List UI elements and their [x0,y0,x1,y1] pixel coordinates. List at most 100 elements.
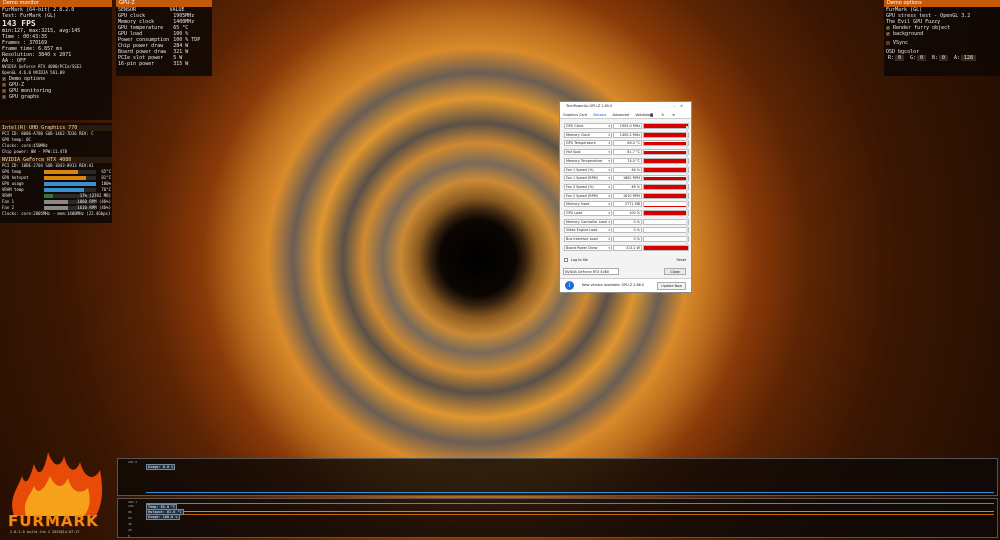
bar-label: VRAM [2,193,12,198]
gpuz-sensor-name[interactable]: Memory Temperature [564,157,612,164]
checkbox-icon: ✓ [886,25,890,30]
gpu1-usage-tag: Usage: 100.0 % [146,514,180,520]
gpuz-sensor-value: 46 % [613,183,642,190]
gpuz-sensor-row: Fan 2 Speed (RPM)1610 RPM [564,192,689,200]
reset-button[interactable]: Reset [677,258,686,262]
bar-fill [44,206,68,210]
option-gpu-graphs[interactable]: ✓ GPU graphs [0,94,112,100]
check-vsync[interactable]: VSync [884,40,1000,46]
graph-label: GPU 0 [128,460,138,464]
osd-value: 0 [939,55,949,61]
gpuz-titlebar[interactable]: TechPowerUp GPU-Z 2.65.0 –✕ [560,102,691,111]
gpuz-sensor-graph [643,236,689,243]
gpuz-sensor-name[interactable]: Fan 1 Speed (RPM) [564,175,612,182]
option-label: GPU graphs [9,94,40,100]
check-label: VSync [893,40,909,46]
bar-fill [44,188,84,192]
osd-field[interactable]: G: 0 [910,55,930,61]
gpu2-bars: GPU temp 65°C GPU hotspot 81°C GPU usage 100%… [0,169,112,211]
gpuz-sensor-name[interactable]: Hot Spot [564,149,612,156]
gpuz-sensor-row: Board Power Draw313.2 W [564,244,689,252]
checkbox-icon [886,40,890,45]
gpuz-graph-fill [644,245,688,250]
build-info: 2.8.2.0 build Jun 2 2025@14:07:17 [10,530,80,534]
gpuz-sensor-row: GPU Load100 % [564,210,689,217]
fps-counter: 143 FPS [2,19,36,28]
log-checkbox[interactable] [564,258,568,262]
gpuz-sensor-value: 66.0 °C [613,140,642,147]
gpuz-sensor-value: 0 % [613,218,642,225]
gpuz-scrollbar[interactable] [686,126,688,246]
osd-key: G: [910,55,917,61]
close-button[interactable]: Close [664,268,686,275]
gpuz-sensor-name[interactable]: Video Engine Load [564,227,612,234]
gpuz-sensor-list: GPU Clock1905.0 MHzMemory Clock1400.2 MH… [560,123,691,258]
gpuz-sensor-name[interactable]: Fan 1 Speed (%) [564,166,612,173]
gpuz-rows: GPU clock 1905MHz Memory clock 1400MHz GPU t… [116,13,212,67]
update-now-button[interactable]: Update Now [657,282,686,290]
gpu-select[interactable]: NVIDIA GeForce RTX 4080 [563,268,619,275]
camera-icon[interactable]: ◙ [650,113,656,117]
osd-key: B: [932,55,939,61]
gpuz-sensor-value: 46 % [613,166,642,173]
gpuz-graph-fill [644,167,688,172]
demo-monitor-panel: Demo monitor FurMark (64-bit) 2.8.2.0 Te… [0,0,112,120]
gpuz-sensor-name[interactable]: Memory Used [564,201,612,208]
bar-fill [44,200,68,204]
check-label: background [893,31,924,37]
bar-fill [44,170,78,174]
tab-advanced[interactable]: Advanced [613,113,630,117]
osd-value: 128 [961,55,977,61]
gpuz-sensor-row: Memory Clock1400.2 MHz [564,131,689,139]
gpuz-sensor-row: Hot Spot81.7 °C [564,149,689,156]
flame-icon [12,452,103,516]
close-icon[interactable]: ✕ [680,104,688,108]
gpuz-sensor-name[interactable]: Fan 2 Speed (RPM) [564,192,612,199]
refresh-icon[interactable]: ↻ [661,113,667,117]
osd-field[interactable]: A: 128 [954,55,977,61]
bar-label: VRAM temp [2,187,24,192]
gpuz-sensor-name[interactable]: GPU Clock [564,123,612,129]
gpuz-sensor-graph [643,166,689,173]
bar-fill [44,176,87,180]
gpuz-sensor-name[interactable]: Memory Clock [564,131,612,138]
check-background[interactable]: ✓ background [884,31,1000,37]
demo-options-panel: Demo options FurMark (GL) GPU stress tes… [884,0,1000,76]
gpuz-sensor-graph [643,201,689,208]
checkbox-icon: ✓ [2,88,6,93]
gpu1-hotspot-line [146,511,994,512]
gpuz-graph-fill [644,176,688,181]
osd-value: 0 [895,55,905,61]
gpuz-sensor-graph [643,149,689,156]
gpuz-sensor-value: 100 % [613,210,642,216]
gpuz-sensor-name[interactable]: GPU Load [564,210,612,216]
info-icon: i [565,281,574,290]
gpuz-sensor-graph [643,183,689,190]
gpuz-sensor-name[interactable]: Bus Interface Load [564,236,612,243]
osd-field[interactable]: B: 0 [932,55,952,61]
gpuz-graph-fill [644,211,688,215]
gpuz-window: TechPowerUp GPU-Z 2.65.0 –✕ Graphics Car… [559,101,692,293]
bar-fill [44,194,53,198]
tab-sensors[interactable]: Sensors [593,113,606,117]
menu-icon[interactable]: ≡ [672,113,678,117]
sensor-name: 16-pin power [118,61,155,67]
gpu1-usage-line [146,503,994,504]
gpu1-power: Chip power: 0W - PPW:11.478 [2,149,68,154]
gpuz-sensor-name[interactable]: Memory Controller Load [564,218,612,225]
osd-key: A: [954,55,961,61]
tab-graphics-card[interactable]: Graphics Card [563,113,587,117]
gpu0-usage-line [146,492,994,493]
axis-tick-label: 60 [128,516,132,520]
gpu0-usage-tag: Usage: 0.0 % [146,464,176,470]
gpuz-sensor-row: Memory Used2771 MB [564,201,689,208]
gpuz-sensor-name[interactable]: GPU Temperature [564,140,612,147]
gpuz-sensor-value: 2771 MB [613,201,642,208]
gpuz-sensor-name[interactable]: Fan 2 Speed (%) [564,183,612,190]
gpuz-graph-fill [644,159,688,163]
checkbox-icon: ✓ [886,31,890,36]
gpuz-sensor-name[interactable]: Board Power Draw [564,244,612,251]
bar-value: 1610 RPM (46%) [77,205,111,210]
gpu2-clocks: Clocks: core:2805MHz - mem:1400MHz (22.4… [2,211,111,216]
osd-field[interactable]: R: 0 [888,55,908,61]
